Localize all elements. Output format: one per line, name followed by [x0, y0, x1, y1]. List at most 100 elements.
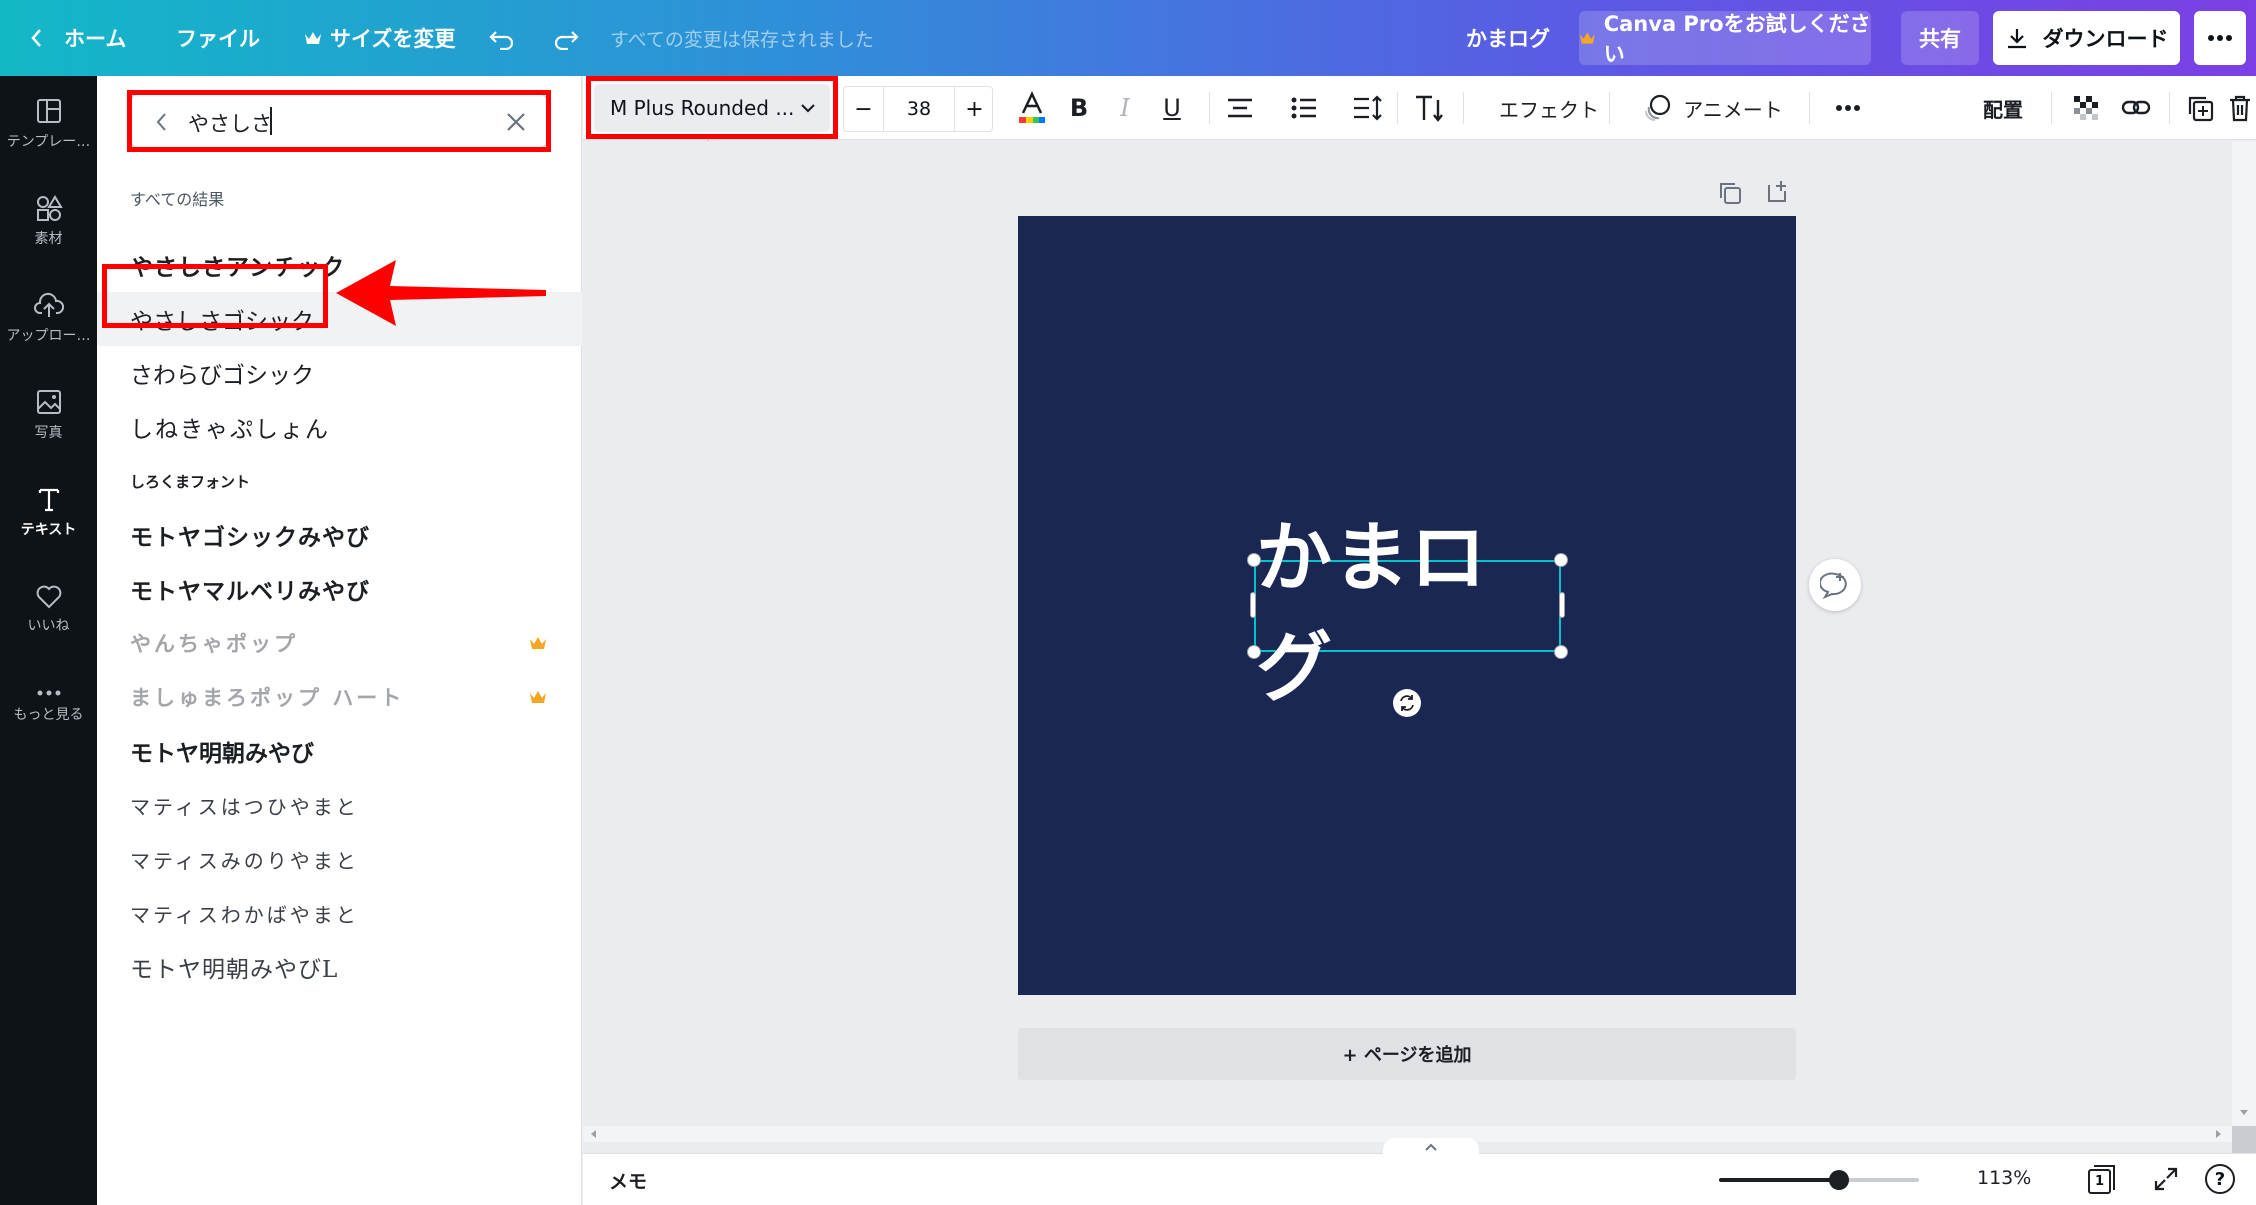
fullscreen-button[interactable] [2153, 1166, 2179, 1196]
notes-toggle[interactable] [1383, 1138, 1479, 1160]
font-size-decrease-button[interactable]: − [844, 87, 884, 131]
more-options-button[interactable] [1823, 76, 1873, 140]
help-button[interactable]: ? [2205, 1164, 2235, 1194]
resize-handle-top-right[interactable] [1554, 553, 1568, 567]
text-element-selected[interactable]: かまログ [1254, 513, 1561, 712]
canva-pro-trial-button[interactable]: Canva Proをお試しください [1579, 11, 1871, 66]
font-item-label: マティスはつひやまと [130, 794, 359, 819]
undo-button[interactable] [488, 0, 516, 76]
font-item[interactable]: モトヤ明朝みやびL [97, 940, 582, 994]
align-center-button[interactable] [1215, 76, 1265, 140]
rail-text[interactable]: テキスト [0, 464, 97, 560]
rail-photos-label: 写真 [34, 425, 63, 441]
animate-button[interactable]: アニメート [1623, 76, 1803, 140]
zoom-slider-track[interactable] [1719, 1170, 1919, 1190]
design-page[interactable]: かまログ [1018, 216, 1796, 995]
font-item[interactable]: モトヤ明朝みやび [97, 724, 582, 778]
rail-elements-label: 素材 [34, 231, 63, 247]
resize-handle-right[interactable] [1559, 592, 1565, 618]
rail-uploads[interactable]: アップロー… [0, 270, 97, 366]
home-button[interactable]: ホーム [28, 0, 126, 76]
download-button[interactable]: ダウンロード [1993, 11, 2180, 65]
annotation-arrow-left [336, 260, 546, 326]
scroll-down-icon[interactable] [2239, 1107, 2249, 1117]
more-dots-icon [2208, 35, 2232, 41]
position-button[interactable]: 配置 [1963, 76, 2043, 140]
add-page-icon[interactable] [1766, 179, 1790, 203]
text-color-button[interactable] [1009, 76, 1055, 140]
resize-button[interactable]: サイズを変更 [304, 0, 455, 76]
font-item[interactable]: しねきゃぷしょん [97, 400, 582, 454]
file-menu[interactable]: ファイル [176, 0, 260, 76]
resize-handle-left[interactable] [1250, 592, 1256, 618]
font-item-label: しろくまフォント [130, 472, 251, 491]
font-item[interactable]: マティスわかばやまと [97, 886, 582, 940]
toolbar-divider [1609, 92, 1610, 124]
document-title[interactable]: かまログ [1466, 0, 1550, 76]
scroll-right-icon[interactable] [2213, 1129, 2223, 1139]
font-item[interactable]: モトヤマルベリみやび [97, 562, 582, 616]
page-count-button[interactable]: 1 [2086, 1162, 2118, 1196]
font-item-label: モトヤ明朝みやび [130, 740, 314, 767]
font-item-pro[interactable]: ましゅまろポップ ハート [97, 670, 582, 724]
font-item[interactable]: マティスみのりやまと [97, 832, 582, 886]
help-icon: ? [2214, 1168, 2226, 1190]
font-item[interactable]: しろくまフォント [97, 454, 582, 508]
chevron-up-icon [1425, 1143, 1437, 1151]
rail-elements[interactable]: 素材 [0, 173, 97, 269]
scrollbar-thumb[interactable] [2232, 1126, 2256, 1153]
duplicate-page-icon[interactable] [1718, 181, 1742, 205]
canva-pro-trial-label: Canva Proをお試しください [1603, 12, 1871, 66]
rotate-handle[interactable] [1393, 689, 1421, 717]
font-item-pro[interactable]: やんちゃポップ [97, 616, 582, 670]
underline-button[interactable]: U [1149, 76, 1195, 140]
rail-more[interactable]: もっと見る [0, 658, 97, 754]
redo-button[interactable] [552, 0, 580, 76]
list-button[interactable] [1279, 76, 1329, 140]
photo-icon [36, 390, 61, 414]
font-item[interactable]: さわらびゴシック [97, 346, 582, 400]
vertical-scrollbar[interactable] [2232, 141, 2256, 1126]
design-title-text: かまログ [1256, 513, 1487, 712]
font-item-label: モトヤゴシックみやび [130, 525, 370, 551]
toolbar-divider [1397, 92, 1398, 124]
rail-likes[interactable]: いいね [0, 561, 97, 657]
expand-icon [2154, 1167, 2178, 1191]
font-size-increase-button[interactable]: + [954, 87, 994, 131]
text-resize-button[interactable] [1405, 76, 1455, 140]
resize-handle-bottom-right[interactable] [1554, 645, 1568, 659]
zoom-level[interactable]: 113% [1977, 1167, 2031, 1189]
home-label: ホーム [64, 27, 127, 51]
font-size-input[interactable]: 38 [884, 87, 954, 131]
redo-icon [554, 31, 579, 50]
zoom-slider-fill [1719, 1178, 1839, 1182]
effects-button[interactable]: エフェクト [1479, 76, 1619, 140]
duplicate-button[interactable] [2175, 76, 2225, 140]
delete-button[interactable] [2223, 76, 2256, 140]
font-item[interactable]: マティスはつひやまと [97, 778, 582, 832]
font-item-label: マティスわかばやまと [130, 902, 359, 927]
italic-button[interactable]: I [1105, 76, 1145, 140]
font-item[interactable]: モトヤゴシックみやび [97, 508, 582, 562]
more-menu-button[interactable] [2194, 11, 2246, 65]
rail-templates[interactable]: テンプレー… [0, 76, 97, 172]
zoom-slider-knob[interactable] [1829, 1170, 1849, 1190]
bottom-bar: メモ 113% 1 ? [583, 1138, 2256, 1205]
add-page-button[interactable]: + ページを追加 [1018, 1028, 1796, 1080]
resize-handle-bottom-left[interactable] [1247, 645, 1261, 659]
font-item-label: モトヤ明朝みやびL [130, 957, 339, 983]
rail-photos[interactable]: 写真 [0, 367, 97, 463]
share-button[interactable]: 共有 [1901, 11, 1979, 65]
scroll-left-icon[interactable] [589, 1129, 599, 1139]
link-button[interactable] [2111, 76, 2161, 140]
download-icon [2007, 29, 2026, 49]
transparency-button[interactable] [2061, 76, 2111, 140]
line-spacing-icon [1354, 95, 1382, 121]
results-heading: すべての結果 [130, 190, 225, 209]
add-comment-button[interactable] [1809, 559, 1861, 611]
bold-button[interactable]: B [1059, 76, 1099, 140]
resize-handle-top-left[interactable] [1247, 553, 1261, 567]
spacing-button[interactable] [1343, 76, 1393, 140]
notes-button[interactable]: メモ [609, 1167, 647, 1194]
toolbar-divider [2169, 92, 2170, 124]
